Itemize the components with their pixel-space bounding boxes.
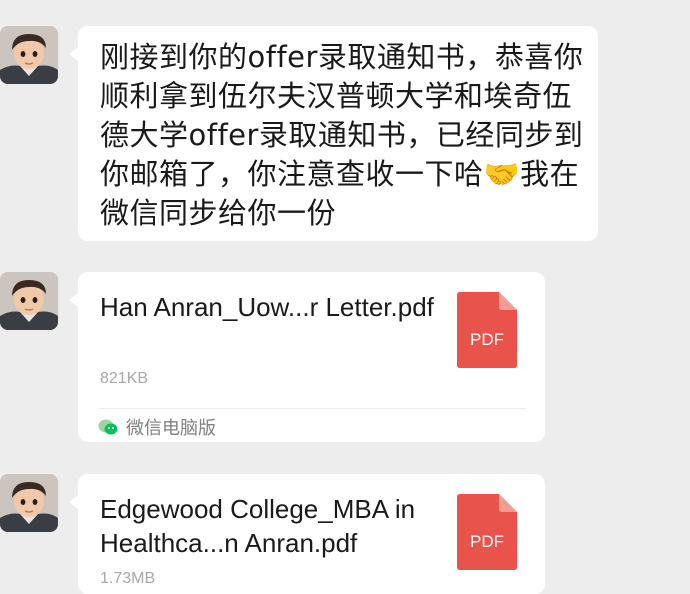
avatar[interactable] (0, 474, 58, 532)
cartoon-boy-avatar-icon (0, 272, 58, 330)
pdf-file-icon: PDF (457, 292, 517, 368)
cartoon-boy-avatar-icon (0, 474, 58, 532)
pdf-icon-label: PDF (470, 532, 504, 551)
pdf-icon-label: PDF (470, 330, 504, 349)
avatar[interactable] (0, 26, 58, 84)
wechat-icon (98, 419, 118, 435)
cartoon-boy-avatar-icon (0, 26, 58, 84)
file-divider (100, 408, 527, 409)
file-name: Edgewood College_MBA in Healthca...n Anr… (100, 494, 416, 558)
file-source: 微信电脑版 (98, 414, 216, 440)
source-label: 微信电脑版 (126, 418, 216, 439)
file-size: 821KB (100, 370, 149, 387)
file-size: 1.73MB (100, 570, 156, 587)
avatar[interactable] (0, 272, 58, 330)
pdf-file-icon: PDF (457, 494, 517, 570)
file-name: Han Anran_Uow...r Letter.pdf (100, 292, 434, 322)
file-message-bubble[interactable]: Edgewood College_MBA in Healthca...n Anr… (69, 474, 545, 594)
message-text: 刚接到你的offer录取通知书，恭喜你顺利拿到伍尔夫汉普顿大学和埃奇伍德大学of… (100, 40, 584, 230)
file-message-bubble[interactable]: Han Anran_Uow...r Letter.pdf 821KB PDF 微… (69, 272, 545, 442)
text-message-bubble[interactable]: 刚接到你的offer录取通知书，恭喜你顺利拿到伍尔夫汉普顿大学和埃奇伍德大学of… (69, 26, 598, 241)
